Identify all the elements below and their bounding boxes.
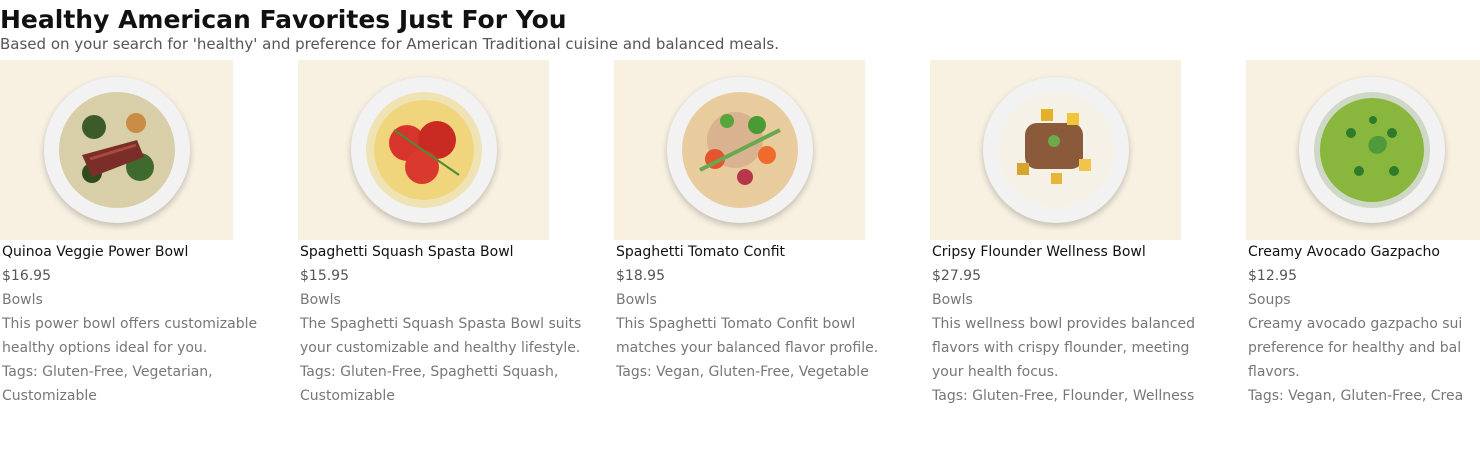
description-line: This power bowl offers customizable [2, 316, 258, 332]
product-category: Bowls [300, 292, 341, 308]
page-title: Healthy American Favorites Just For You [0, 5, 567, 34]
product-price: $27.95 [932, 268, 981, 284]
product-category: Soups [1248, 292, 1291, 308]
product-price: $16.95 [2, 268, 51, 284]
spaghetti-squash-illustration [365, 92, 482, 208]
product-description: This power bowl offers customizable heal… [2, 312, 300, 360]
product-image[interactable] [0, 60, 233, 240]
description-line: The Spaghetti Squash Spasta Bowl suits [300, 316, 582, 332]
description-line: This Spaghetti Tomato Confit bowl [616, 316, 856, 332]
product-description: This wellness bowl provides balanced fla… [932, 312, 1230, 384]
quinoa-bowl-illustration [58, 92, 175, 208]
plate-image [1298, 77, 1445, 223]
product-tags: Tags: Vegan, Gluten-Free, Vegetable [616, 360, 914, 384]
tags-line: Tags: Gluten-Free, Vegetarian, [2, 364, 213, 380]
product-category: Bowls [2, 292, 43, 308]
product-category: Bowls [616, 292, 657, 308]
product-price: $18.95 [616, 268, 665, 284]
product-description: Creamy avocado gazpacho sui preference f… [1248, 312, 1480, 384]
recommendation-carousel: Quinoa Veggie Power Bowl $16.95 Bowls Th… [0, 60, 1480, 456]
product-name[interactable]: Creamy Avocado Gazpacho [1248, 240, 1480, 264]
description-line: preference for healthy and bal [1248, 340, 1462, 356]
description-line: flavors with crispy flounder, meeting [932, 340, 1190, 356]
tags-line: Tags: Gluten-Free, Flounder, Wellness [932, 388, 1195, 404]
product-image[interactable] [614, 60, 865, 240]
product-card[interactable]: Spaghetti Squash Spasta Bowl $15.95 Bowl… [298, 60, 598, 408]
product-card[interactable]: Quinoa Veggie Power Bowl $16.95 Bowls Th… [0, 60, 300, 408]
header: Healthy American Favorites Just For You … [0, 4, 779, 52]
product-image[interactable] [298, 60, 549, 240]
description-line: matches your balanced flavor profile. [616, 340, 879, 356]
avocado-gazpacho-illustration [1313, 92, 1430, 208]
product-price: $12.95 [1248, 268, 1297, 284]
plate-image [350, 77, 497, 223]
product-card[interactable]: Creamy Avocado Gazpacho $12.95 Soups Cre… [1246, 60, 1480, 408]
description-line: This wellness bowl provides balanced [932, 316, 1195, 332]
description-line: your health focus. [932, 364, 1059, 380]
description-line: Creamy avocado gazpacho sui [1248, 316, 1463, 332]
page-subtitle: Based on your search for 'healthy' and p… [0, 35, 779, 53]
product-name[interactable]: Quinoa Veggie Power Bowl [2, 240, 300, 264]
product-tags: Tags: Gluten-Free, Spaghetti Squash, Cus… [300, 360, 598, 408]
description-line: flavors. [1248, 364, 1300, 380]
product-name[interactable]: Cripsy Flounder Wellness Bowl [932, 240, 1230, 264]
crispy-flounder-illustration [997, 92, 1114, 208]
product-image[interactable] [930, 60, 1181, 240]
description-line: healthy options ideal for you. [2, 340, 208, 356]
product-image[interactable] [1246, 60, 1480, 240]
product-description: This Spaghetti Tomato Confit bowl matche… [616, 312, 914, 360]
product-name[interactable]: Spaghetti Tomato Confit [616, 240, 914, 264]
product-card[interactable]: Spaghetti Tomato Confit $18.95 Bowls Thi… [614, 60, 914, 384]
product-tags: Tags: Gluten-Free, Vegetarian, Customiza… [2, 360, 300, 408]
tags-line: Tags: Vegan, Gluten-Free, Crea [1248, 388, 1464, 404]
tags-line: Customizable [2, 388, 97, 404]
product-category: Bowls [932, 292, 973, 308]
product-description: The Spaghetti Squash Spasta Bowl suits y… [300, 312, 598, 360]
tags-line: Tags: Vegan, Gluten-Free, Vegetable [616, 364, 869, 380]
plate-image [982, 77, 1129, 223]
description-line: your customizable and healthy lifestyle. [300, 340, 581, 356]
product-tags: Tags: Gluten-Free, Flounder, Wellness [932, 384, 1230, 408]
product-price: $15.95 [300, 268, 349, 284]
product-card[interactable]: Cripsy Flounder Wellness Bowl $27.95 Bow… [930, 60, 1230, 408]
tags-line: Tags: Gluten-Free, Spaghetti Squash, [300, 364, 559, 380]
spaghetti-tomato-illustration [681, 92, 798, 208]
tags-line: Customizable [300, 388, 395, 404]
product-name[interactable]: Spaghetti Squash Spasta Bowl [300, 240, 598, 264]
product-tags: Tags: Vegan, Gluten-Free, Crea [1248, 384, 1480, 408]
plate-image [43, 77, 190, 223]
plate-image [666, 77, 813, 223]
